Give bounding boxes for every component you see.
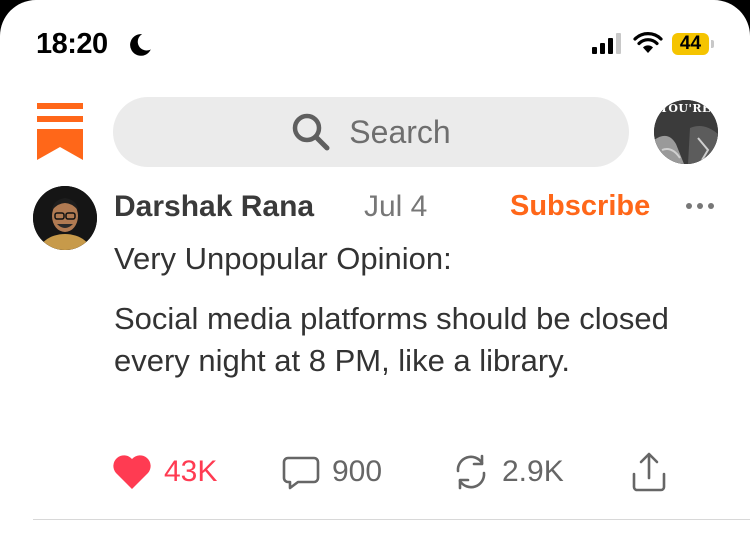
comment-icon [282, 456, 320, 490]
post-body[interactable]: Very Unpopular Opinion: Social media pla… [114, 238, 714, 382]
comment-count: 900 [332, 455, 383, 488]
battery-icon: 44 [672, 33, 709, 55]
post-text-line: Very Unpopular Opinion: [114, 241, 452, 276]
author-avatar-image [33, 186, 97, 250]
post-actions: 43K 900 2.9K [112, 450, 682, 494]
share-icon [632, 452, 666, 492]
substack-logo[interactable] [37, 103, 83, 160]
restack-count: 2.9K [502, 455, 564, 488]
heart-icon [113, 455, 151, 489]
more-options-icon[interactable] [686, 203, 714, 209]
app-screen: 18:20 44 Search YOU'RE Darshak Rana Jul … [0, 0, 750, 537]
post-date: Jul 4 [364, 190, 428, 223]
moon-icon [130, 34, 151, 56]
profile-avatar[interactable]: YOU'RE [654, 100, 718, 164]
like-button[interactable]: 43K [112, 450, 217, 494]
wifi-icon [633, 32, 663, 53]
restack-icon [456, 454, 486, 490]
search-placeholder: Search [349, 113, 451, 150]
subscribe-button[interactable]: Subscribe [510, 190, 650, 223]
like-count: 43K [164, 455, 218, 488]
post-text-line: Social media platforms should be closed … [114, 301, 669, 378]
search-bar[interactable]: Search [113, 97, 629, 167]
battery-level: 44 [679, 33, 702, 54]
signal-icon [592, 32, 621, 54]
post-divider [33, 519, 750, 520]
restack-button[interactable]: 2.9K [452, 450, 564, 494]
search-icon [293, 113, 330, 151]
status-time: 18:20 [36, 28, 108, 60]
author-avatar[interactable] [33, 186, 97, 250]
share-button[interactable] [630, 450, 668, 494]
battery-tip [711, 40, 714, 48]
author-name[interactable]: Darshak Rana [114, 190, 314, 224]
comment-button[interactable]: 900 [282, 450, 382, 494]
profile-avatar-text: YOU'RE [660, 102, 711, 115]
